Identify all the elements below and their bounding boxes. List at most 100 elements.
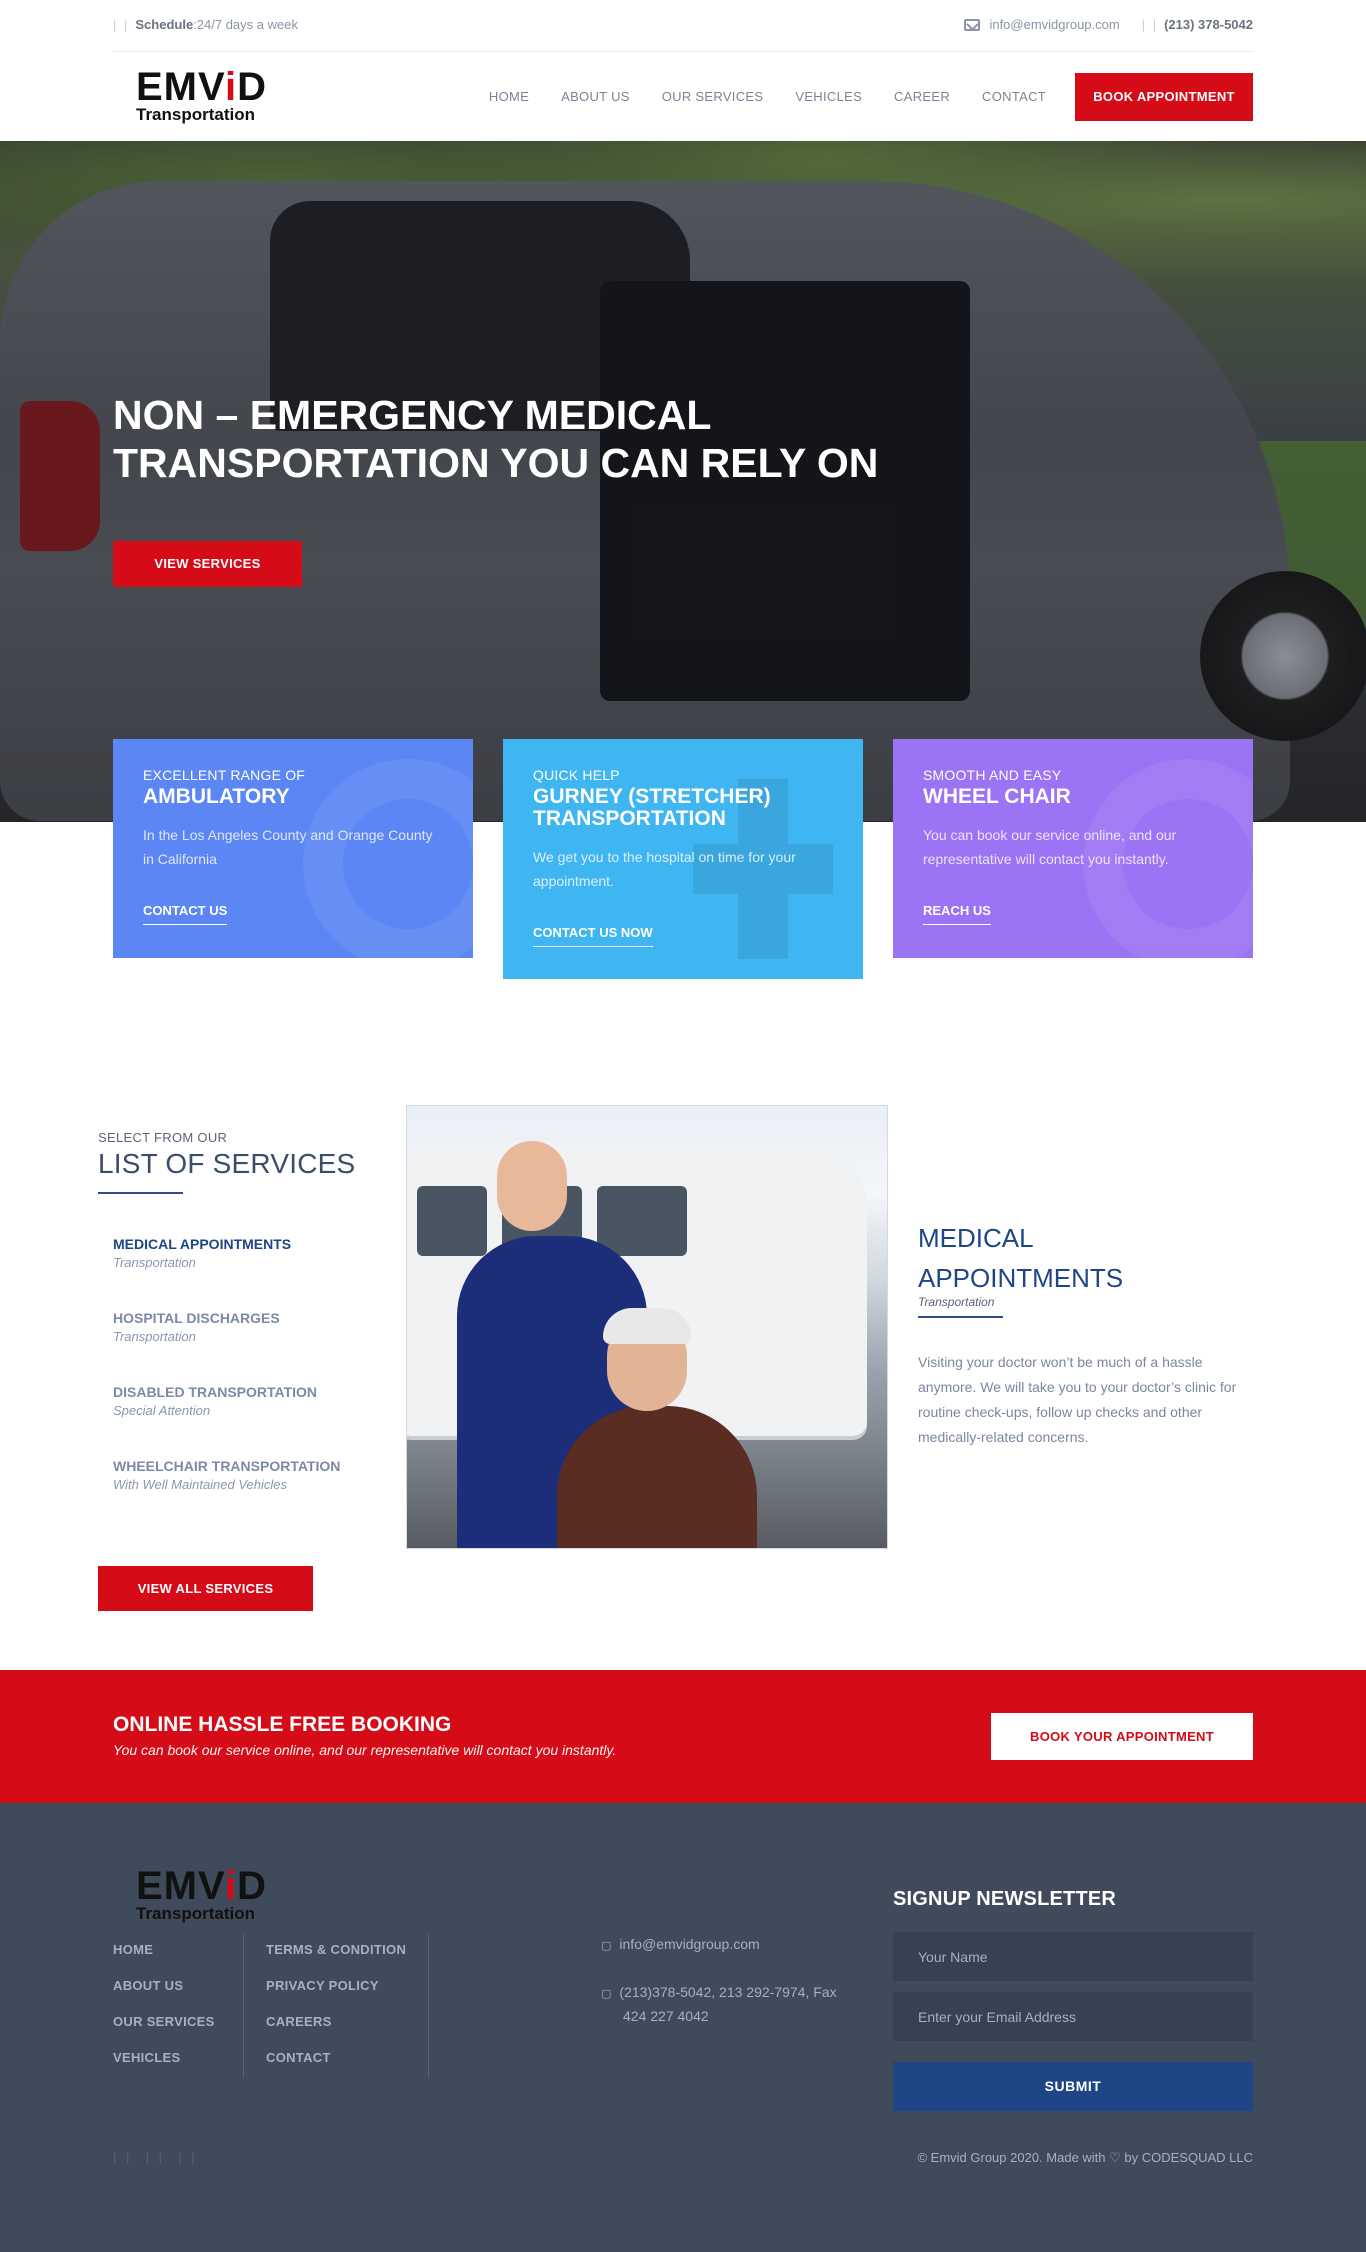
footer-phones-line2: 424 227 4042	[623, 2008, 709, 2024]
newsletter-submit-button[interactable]: SUBMIT	[893, 2062, 1253, 2111]
view-services-button[interactable]: VIEW SERVICES	[113, 541, 302, 587]
card-kicker: EXCELLENT RANGE OF	[143, 767, 306, 783]
nav-vehicles[interactable]: VEHICLES	[795, 89, 862, 104]
services-title-underline	[98, 1192, 183, 1194]
mail-icon	[964, 18, 981, 31]
card-desc: In the Los Angeles County and Orange Cou…	[143, 827, 433, 867]
card-gurney: QUICK HELP GURNEY (STRETCHER) TRANSPORTA…	[503, 739, 863, 979]
service-item-sub: Transportation	[113, 1255, 196, 1270]
contact-us-now-link[interactable]: CONTACT US NOW	[533, 925, 653, 947]
newsletter-title: SIGNUP NEWSLETTER	[893, 1888, 1117, 1910]
footer-email[interactable]: ▢ info@emvidgroup.com	[601, 1933, 760, 1957]
nav-about[interactable]: ABOUT US	[561, 89, 630, 104]
book-your-appointment-button[interactable]: BOOK YOUR APPOINTMENT	[991, 1713, 1253, 1760]
topbar-phone[interactable]: (213) 378-5042	[1164, 17, 1253, 32]
services-kicker: SELECT FROM OUR	[98, 1130, 228, 1145]
divider-icon: | |	[1141, 17, 1159, 32]
footer-link-home[interactable]: HOME	[113, 1942, 215, 1978]
phone-icon: ▢	[601, 1988, 612, 2000]
service-detail-sub: Transportation	[918, 1295, 995, 1309]
service-item-title: WHEELCHAIR TRANSPORTATION	[113, 1458, 341, 1474]
logo-text-b: i	[224, 65, 238, 109]
newsletter-email-input[interactable]	[893, 1992, 1253, 2041]
service-item-title: MEDICAL APPOINTMENTS	[113, 1236, 292, 1252]
footer-link-terms[interactable]: TERMS & CONDITION	[266, 1942, 406, 1978]
card-title: GURNEY (STRETCHER) TRANSPORTATION	[533, 785, 771, 830]
detail-title-line2: APPOINTMENTS	[918, 1263, 1124, 1293]
footer-link-careers[interactable]: CAREERS	[266, 2014, 406, 2050]
hero-title-line1: NON – EMERGENCY MEDICAL	[113, 392, 712, 438]
photo-passenger-hair	[603, 1308, 691, 1344]
footer-link-about[interactable]: ABOUT US	[113, 1978, 215, 2014]
footer-divider	[243, 1933, 244, 2078]
photo-van-window	[597, 1186, 687, 1256]
service-item-sub: Special Attention	[113, 1403, 211, 1418]
hero-title-line2: TRANSPORTATION YOU CAN RELY ON	[113, 440, 879, 486]
card-title: WHEEL CHAIR	[923, 785, 1071, 808]
footer-divider	[428, 1933, 429, 2078]
hero-title: NON – EMERGENCY MEDICAL TRANSPORTATION Y…	[113, 391, 933, 487]
logo-text-a: EMV	[136, 1864, 225, 1908]
site-header: EMViD Transportation HOME ABOUT US OUR S…	[0, 52, 1366, 141]
logo-subtitle: Transportation	[136, 1904, 256, 1923]
logo-text-c: D	[237, 1864, 267, 1908]
view-all-services-button[interactable]: VIEW ALL SERVICES	[98, 1566, 313, 1611]
reach-us-link[interactable]: REACH US	[923, 903, 991, 925]
service-detail-underline	[918, 1316, 1003, 1318]
card-kicker: QUICK HELP	[533, 767, 620, 783]
logo-text-a: EMV	[136, 65, 225, 109]
card-kicker: SMOOTH AND EASY	[923, 767, 1062, 783]
service-item-medical[interactable]: MEDICAL APPOINTMENTS Transportation	[113, 1236, 291, 1270]
logo-text-b: i	[224, 1864, 238, 1908]
service-item-sub: Transportation	[113, 1329, 196, 1344]
book-appointment-button[interactable]: BOOK APPOINTMENT	[1075, 73, 1253, 121]
footer-link-services[interactable]: OUR SERVICES	[113, 2014, 215, 2050]
footer-email-text: info@emvidgroup.com	[619, 1936, 760, 1952]
photo-van-window	[417, 1186, 487, 1256]
footer-link-contact[interactable]: CONTACT	[266, 2050, 406, 2086]
card-desc: You can book our service online, and our…	[923, 827, 1177, 867]
footer-phones: ▢ (213)378-5042, 213 292-7974, Fax 424 22…	[601, 1981, 861, 2027]
footer-link-vehicles[interactable]: VEHICLES	[113, 2050, 215, 2086]
topbar-email-text: info@emvidgroup.com	[989, 17, 1120, 32]
schedule-info: | | Schedule:24/7 days a week	[113, 17, 298, 32]
cta-text: You can book our service online, and our…	[113, 1742, 617, 1758]
contact-us-link[interactable]: CONTACT US	[143, 903, 228, 925]
newsletter-name-input[interactable]	[893, 1932, 1253, 1981]
card-ambulatory: EXCELLENT RANGE OF AMBULATORY In the Los…	[113, 739, 473, 958]
logo-text-c: D	[237, 65, 267, 109]
service-photo	[406, 1105, 888, 1549]
nav-contact[interactable]: CONTACT	[982, 89, 1046, 104]
schedule-label: Schedule	[135, 17, 194, 32]
service-detail-title: MEDICAL APPOINTMENTS	[918, 1218, 1178, 1298]
photo-driver-head	[497, 1141, 567, 1231]
service-item-sub: With Well Maintained Vehicles	[113, 1477, 288, 1492]
booking-cta-band: ONLINE HASSLE FREE BOOKING You can book …	[0, 1670, 1366, 1803]
footer-phones-line1: (213)378-5042, 213 292-7974, Fax	[619, 1984, 837, 2000]
nav-services[interactable]: OUR SERVICES	[662, 89, 764, 104]
nav-home[interactable]: HOME	[489, 89, 529, 104]
footer-link-privacy[interactable]: PRIVACY POLICY	[266, 1978, 406, 2014]
card-title: AMBULATORY	[143, 785, 290, 808]
footer-copyright: © Emvid Group 2020. Made with ♡ by CODES…	[917, 2150, 1253, 2165]
cta-title: ONLINE HASSLE FREE BOOKING	[113, 1713, 452, 1736]
services-title: LIST OF SERVICES	[98, 1148, 356, 1179]
nav-career[interactable]: CAREER	[894, 89, 950, 104]
main-nav: HOME ABOUT US OUR SERVICES VEHICLES CARE…	[489, 89, 1046, 104]
service-detail-text: Visiting your doctor won’t be much of a …	[918, 1354, 1237, 1445]
footer-logo[interactable]: EMViD Transportation	[136, 1864, 272, 1925]
card-desc: We get you to the hospital on time for y…	[533, 849, 796, 889]
topbar-email[interactable]: info@emvidgroup.com	[964, 17, 1120, 32]
service-item-wheelchair[interactable]: WHEELCHAIR TRANSPORTATION With Well Main…	[113, 1458, 340, 1492]
service-item-disabled[interactable]: DISABLED TRANSPORTATION Special Attentio…	[113, 1384, 317, 1418]
footer-links-col2: TERMS & CONDITION PRIVACY POLICY CAREERS…	[266, 1942, 406, 2086]
logo[interactable]: EMViD Transportation	[136, 65, 272, 126]
top-bar: | | Schedule:24/7 days a week info@emvidg…	[113, 0, 1253, 52]
detail-title-line1: MEDICAL	[918, 1223, 1034, 1253]
service-item-hospital[interactable]: HOSPITAL DISCHARGES Transportation	[113, 1310, 280, 1344]
footer-links-col1: HOME ABOUT US OUR SERVICES VEHICLES	[113, 1942, 215, 2086]
schedule-text: :24/7 days a week	[193, 17, 298, 32]
footer-social-icons[interactable]: | | | | | |	[113, 2150, 198, 2165]
service-item-title: HOSPITAL DISCHARGES	[113, 1310, 280, 1326]
divider-icon: | |	[113, 17, 130, 32]
